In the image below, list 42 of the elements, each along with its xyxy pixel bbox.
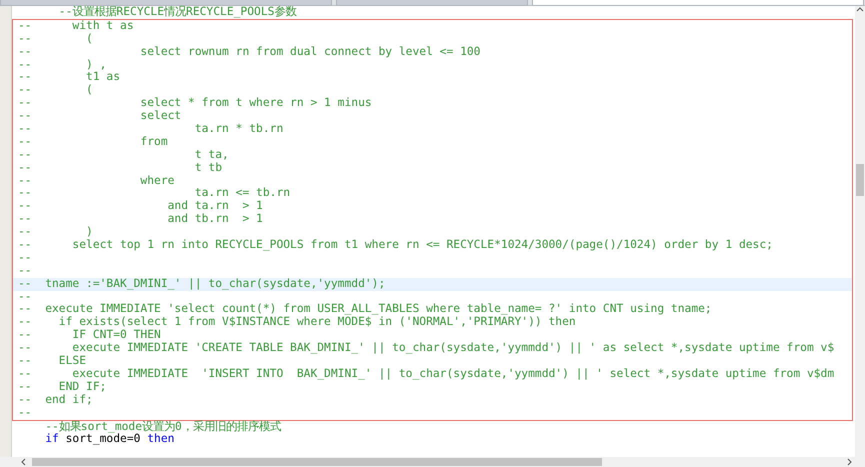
editor-tab[interactable] <box>0 0 332 6</box>
code-line: -- select * from t where rn > 1 minus <box>17 97 373 110</box>
code-line: -- ta.rn * tb.rn <box>17 123 284 136</box>
horizontal-scrollbar[interactable] <box>0 457 865 467</box>
code-line: -- execute IMMEDIATE 'select count(*) from USER_ALL_TABLES where table_name= ?' into CNT using tname; <box>17 303 713 316</box>
code-line: -- IF CNT=0 THEN <box>17 329 162 342</box>
code-line: if sort_mode=0 then <box>44 433 176 446</box>
code-line: -- execute IMMEDIATE 'INSERT INTO BAK_DMINI_' || to_char(sysdate,'yymmdd') || ' select *,sysdate uptime from v$dm <box>17 368 836 381</box>
code-line: -- from <box>17 136 169 149</box>
code-line: -- select rownum rn from dual connect by level <= 100 <box>17 46 482 59</box>
code-line: -- END IF; <box>17 380 108 394</box>
scroll-up-icon[interactable] <box>856 6 864 14</box>
code-line: -- <box>17 406 33 420</box>
scroll-right-icon[interactable] <box>845 458 853 466</box>
code-line: -- execute IMMEDIATE 'CREATE TABLE BAK_DMINI_' || to_char(sysdate,'yymmdd') || ' as select *,sysdate uptime from v$ <box>17 342 836 356</box>
code-line: -- t1 as <box>17 71 122 84</box>
code-line: -- <box>17 252 33 265</box>
code-line: -- ELSE <box>17 355 88 368</box>
code-line: -- t ta, <box>17 148 230 162</box>
code-line: -- <box>17 290 33 304</box>
scrollbar-thumb[interactable] <box>32 458 602 466</box>
scroll-left-icon[interactable] <box>20 458 28 466</box>
vertical-scrollbar[interactable] <box>855 6 865 457</box>
code-line: -- where <box>17 174 176 188</box>
code-line: -- and ta.rn > 1 <box>17 200 264 213</box>
code-line: --设置根据RECYCLE情况RECYCLE_POOLS参数 <box>58 6 298 19</box>
code-line: -- if exists(select 1 from V$INSTANCE where MODE$ in ('NORMAL','PRIMARY')) then <box>17 316 577 330</box>
code-line: -- select <box>17 110 182 124</box>
scrollbar-thumb[interactable] <box>856 164 864 196</box>
code-line: -- ) <box>17 226 94 239</box>
editor-tab[interactable] <box>336 0 528 6</box>
code-line: -- t tb <box>17 162 224 175</box>
code-line: -- with t as <box>17 20 135 33</box>
code-line: -- select top 1 rn into RECYCLE_POOLS from t1 where rn <= RECYCLE*1024/3000/(page()/1024) order by 1 desc; <box>17 239 774 252</box>
code-line: -- <box>17 264 33 278</box>
code-line: -- end if; <box>17 394 94 407</box>
code-line: -- ta.rn <= tb.rn <box>17 187 292 200</box>
code-line: -- ( <box>17 84 94 98</box>
code-line: -- ) , <box>17 58 108 72</box>
code-line: -- and tb.rn > 1 <box>17 213 264 226</box>
code-line: --如果sort_mode设置为0，采用旧的排序模式 <box>44 420 282 434</box>
code-line: -- ( <box>17 32 94 46</box>
